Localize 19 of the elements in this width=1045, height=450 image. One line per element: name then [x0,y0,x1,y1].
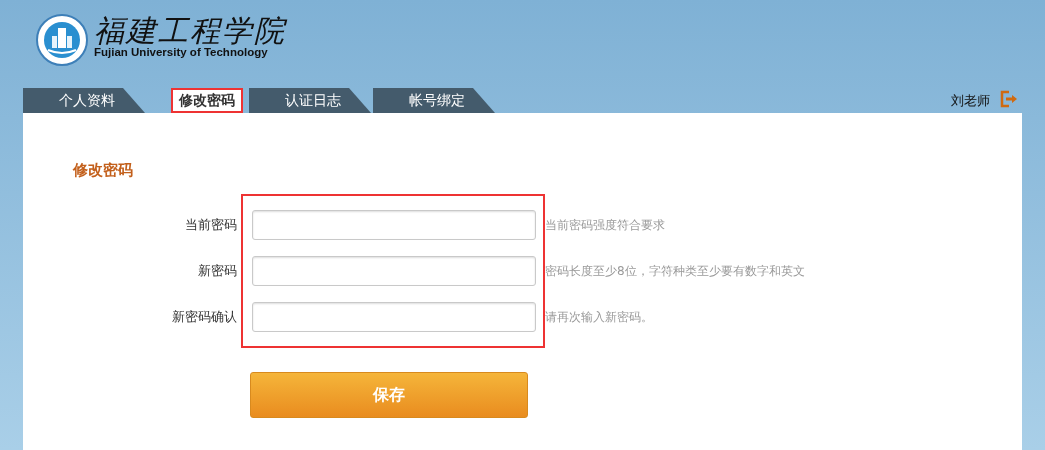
password-field[interactable] [252,256,536,286]
tab[interactable]: 认证日志 [249,88,371,113]
field-label: 新密码 [198,262,237,280]
field-label: 当前密码 [185,216,237,234]
logo-subtitle: Fujian University of Technology [94,46,269,58]
tab[interactable]: 修改密码 [171,88,243,113]
field-hint: 请再次输入新密码。 [545,308,653,326]
emblem-icon [36,14,88,66]
tab[interactable]: 帐号绑定 [373,88,495,113]
password-field[interactable] [252,302,536,332]
section-title: 修改密码 [73,161,134,180]
field-label: 新密码确认 [172,308,237,326]
user-name: 刘老师 [951,91,990,110]
field-hint: 当前密码强度符合要求 [545,216,665,234]
logout-icon[interactable] [1000,89,1018,108]
password-field[interactable] [252,210,536,240]
logo-title: 福建工程学院 [94,14,286,48]
tab[interactable]: 个人资料 [23,88,145,113]
field-hint: 密码长度至少8位，字符种类至少要有数字和英文 [545,262,805,280]
